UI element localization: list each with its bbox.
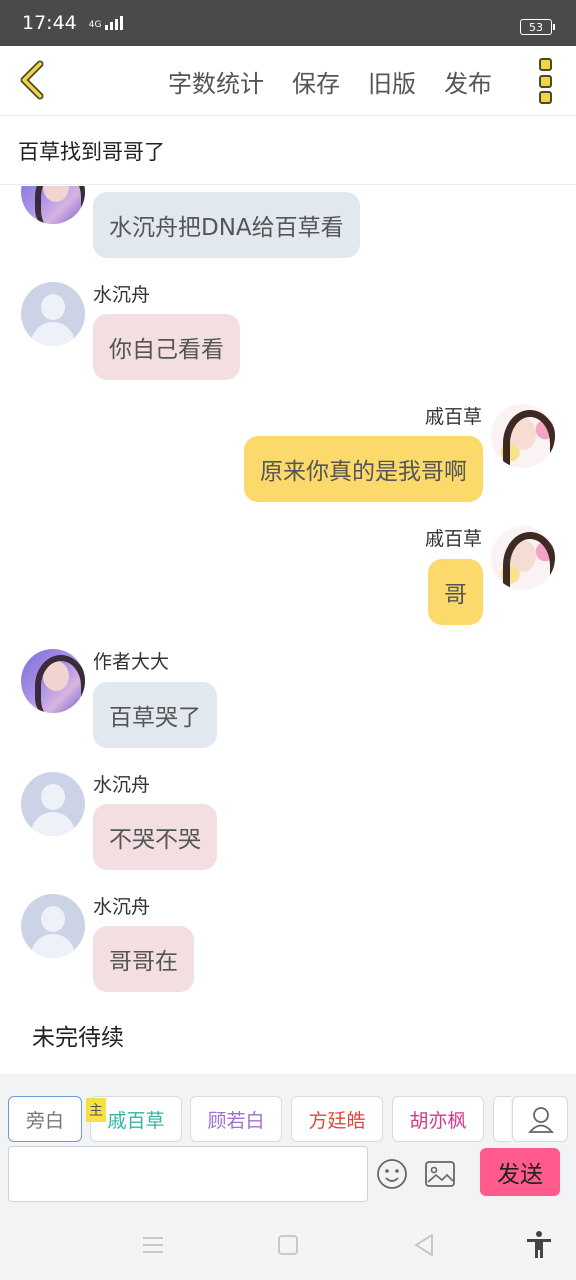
network-type: 4G xyxy=(88,20,102,30)
old-version-button[interactable]: 旧版 xyxy=(368,64,416,99)
status-bar: 17:44 4G 53 xyxy=(0,0,576,46)
message-bubble[interactable]: 原来你真的是我哥啊 xyxy=(244,436,483,502)
message-bubble[interactable]: 水沉舟把DNA给百草看 xyxy=(93,192,360,258)
role-label: 胡亦枫 xyxy=(409,1109,467,1132)
image-icon[interactable] xyxy=(424,1160,456,1188)
clock: 17:44 xyxy=(22,12,77,34)
message-bubble[interactable]: 哥 xyxy=(428,559,483,625)
more-vertical-icon[interactable] xyxy=(536,58,554,104)
chevron-left-icon[interactable] xyxy=(14,58,54,102)
role-label: 顾若白 xyxy=(207,1109,265,1132)
signal-icon: 4G xyxy=(89,16,124,30)
square-icon[interactable] xyxy=(273,1230,303,1260)
sender-name: 戚百草 xyxy=(424,528,482,550)
role-chip-hu-yifeng[interactable]: 胡亦枫 xyxy=(392,1096,484,1142)
message-bubble[interactable]: 哥哥在 xyxy=(93,926,194,992)
avatar-default[interactable] xyxy=(21,772,85,836)
system-nav-bar xyxy=(0,1210,576,1280)
menu-icon[interactable] xyxy=(138,1230,168,1260)
send-button[interactable]: 发送 xyxy=(480,1148,560,1196)
narration-text[interactable]: 未完待续 xyxy=(32,1018,124,1052)
avatar-author[interactable] xyxy=(21,649,85,713)
battery-icon: 53 xyxy=(520,19,555,35)
save-button[interactable]: 保存 xyxy=(292,64,340,99)
toolbar-menu: 字数统计 保存 旧版 发布 xyxy=(168,46,492,116)
battery-level: 53 xyxy=(529,20,543,34)
sender-name: 水沉舟 xyxy=(93,774,151,796)
avatar-default[interactable] xyxy=(21,894,85,958)
publish-button[interactable]: 发布 xyxy=(444,64,492,99)
message-bubble[interactable]: 百草哭了 xyxy=(93,682,217,748)
avatar-author[interactable] xyxy=(21,186,85,224)
message-bubble[interactable]: 不哭不哭 xyxy=(93,804,217,870)
main-role-badge: 主 xyxy=(86,1098,106,1122)
top-toolbar: 字数统计 保存 旧版 发布 xyxy=(0,46,576,116)
smiley-icon[interactable] xyxy=(376,1158,408,1190)
role-chip-gu-ruobai[interactable]: 顾若白 xyxy=(190,1096,282,1142)
sender-name: 作者大大 xyxy=(93,651,170,673)
word-count-button[interactable]: 字数统计 xyxy=(168,64,264,99)
role-chip-fang-tinghao[interactable]: 方廷皓 xyxy=(291,1096,383,1142)
role-label: 戚百草 xyxy=(107,1109,165,1132)
input-panel: 旁白 戚百草 主 顾若白 方廷皓 胡亦枫 发送 xyxy=(0,1074,576,1210)
story-title-text: 百草找到哥哥了 xyxy=(18,139,165,164)
sender-name: 戚百草 xyxy=(424,406,482,428)
message-bubble[interactable]: 你自己看看 xyxy=(93,314,240,380)
chat-list[interactable]: 水沉舟把DNA给百草看 水沉舟 你自己看看 戚百草 原来你真的是我哥啊 戚百草 … xyxy=(0,186,576,1074)
role-chip-more[interactable] xyxy=(493,1096,511,1142)
message-input[interactable] xyxy=(8,1146,368,1202)
person-icon[interactable] xyxy=(512,1096,568,1142)
sender-name: 水沉舟 xyxy=(93,896,151,918)
role-chip-narrator[interactable]: 旁白 xyxy=(8,1096,82,1142)
triangle-back-icon[interactable] xyxy=(410,1230,440,1260)
role-label: 方廷皓 xyxy=(308,1109,366,1132)
sender-name: 水沉舟 xyxy=(93,284,151,306)
avatar-default[interactable] xyxy=(21,282,85,346)
story-title[interactable]: 百草找到哥哥了 xyxy=(0,117,576,185)
role-label: 旁白 xyxy=(25,1109,64,1132)
avatar-girl[interactable] xyxy=(491,526,555,590)
avatar-girl[interactable] xyxy=(491,404,555,468)
accessibility-icon[interactable] xyxy=(524,1230,554,1260)
